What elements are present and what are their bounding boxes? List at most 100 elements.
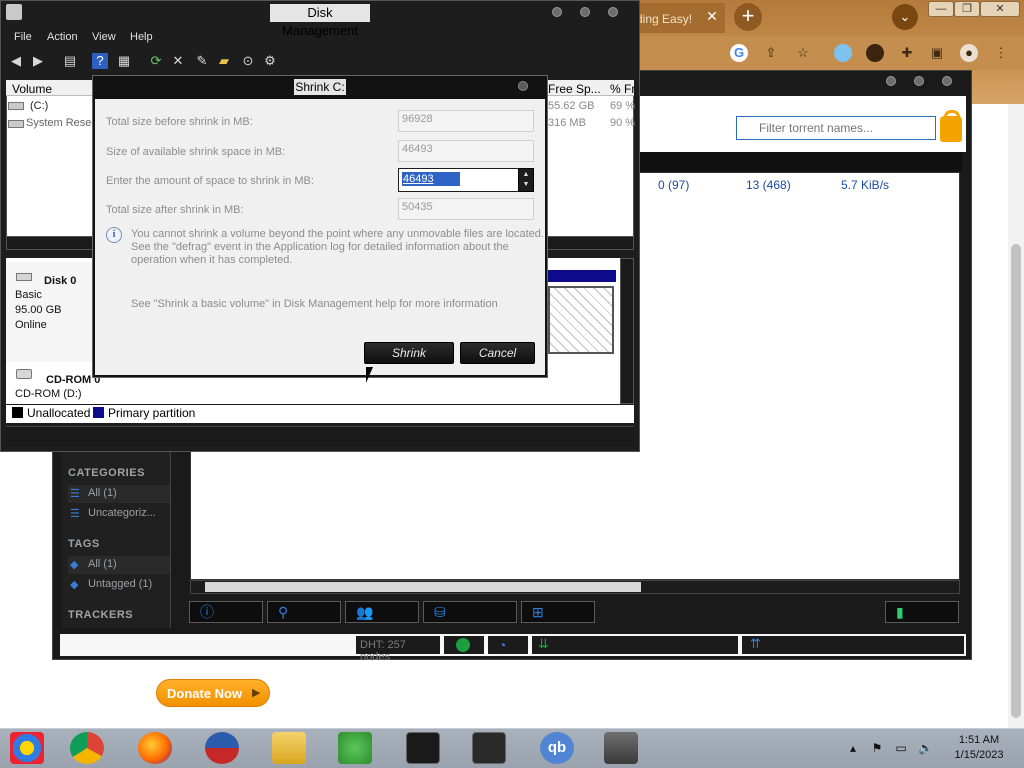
menu-action[interactable]: Action (47, 31, 78, 43)
volume-speaker-icon[interactable]: 🔈 (918, 741, 933, 755)
dm-maximize-button[interactable] (580, 7, 590, 17)
help-link-text[interactable]: See "Shrink a basic volume" in Disk Mana… (131, 298, 498, 310)
edit-icon[interactable]: ✎ (194, 53, 210, 69)
sidebar-panel-icon[interactable]: ▣ (928, 44, 946, 62)
clock[interactable]: 1:51 AM 1/15/2023 (944, 733, 1014, 763)
share-icon[interactable]: ⇪ (762, 44, 780, 62)
menu-view[interactable]: View (92, 31, 116, 43)
trackers-tab[interactable]: ⚲ (267, 601, 341, 623)
printer-scanner-icon[interactable] (604, 732, 638, 764)
col-free-space[interactable]: Free Sp... (548, 82, 601, 96)
torrent-list-header (636, 152, 962, 172)
dm-minimize-button[interactable] (552, 7, 562, 17)
dm-close-button[interactable] (608, 7, 618, 17)
search-volume-icon[interactable]: ⊙ (240, 53, 256, 69)
dm-status-bar (6, 426, 634, 446)
open-folder-icon[interactable]: ▰ (216, 53, 232, 69)
shrink-dialog-close-button[interactable] (518, 81, 528, 91)
browser-minimize-button[interactable]: — (928, 1, 954, 17)
forward-arrow-icon[interactable]: ▶ (30, 53, 46, 69)
speed-tab[interactable]: ▮ (885, 601, 959, 623)
volume-row-pct: 69 % (610, 100, 636, 112)
chrome-icon[interactable] (70, 732, 104, 764)
disk-view-vscrollbar[interactable] (620, 258, 634, 404)
legend-unallocated-swatch (12, 407, 23, 418)
http-sources-tab[interactable]: ⛁ (423, 601, 517, 623)
qbittorrent-taskbar-icon[interactable]: qb (540, 732, 574, 764)
volume-row-name[interactable]: System Rese (26, 117, 91, 129)
start-button-icon[interactable] (10, 732, 44, 764)
col-pct-free[interactable]: % Fr (610, 82, 635, 96)
tag-untagged[interactable]: ◆ Untagged (1) (68, 576, 174, 594)
stepper-up-icon[interactable]: ▲ (520, 170, 532, 180)
google-icon[interactable]: G (730, 44, 748, 62)
general-tab[interactable]: ⓘ (189, 601, 263, 623)
tags-header[interactable]: TAGS (68, 538, 100, 550)
torrent-filter-input[interactable] (736, 116, 936, 140)
qbt-maximize-button[interactable] (914, 76, 924, 86)
stepper-down-icon[interactable]: ▼ (520, 180, 532, 190)
show-console-tree-icon[interactable]: ▤ (62, 53, 78, 69)
partition-header-bar[interactable] (546, 270, 616, 282)
browser-restore-button[interactable]: ❐ (954, 1, 980, 17)
page-vscroll-thumb[interactable] (1011, 244, 1021, 718)
file-explorer-icon[interactable] (272, 732, 306, 764)
refresh-icon[interactable]: ⟳ (148, 53, 164, 69)
bar-chart-icon: ▮ (896, 604, 904, 620)
obama-logo-icon[interactable] (205, 732, 239, 764)
new-tab-button[interactable]: + (734, 3, 762, 31)
tray-overflow-chevron-icon[interactable]: ▴ (846, 741, 860, 755)
download-speed[interactable]: ⇊ (532, 636, 738, 654)
menu-help[interactable]: Help (130, 31, 153, 43)
delete-icon[interactable]: ✕ (170, 53, 186, 69)
category-all[interactable]: ☰ All (1) (68, 485, 174, 503)
connection-status[interactable] (444, 636, 484, 654)
categories-header[interactable]: CATEGORIES (68, 467, 145, 479)
location-pin-icon: ⚲ (278, 604, 289, 620)
tab-search-chevron-icon[interactable]: ⌄ (892, 4, 918, 30)
disk-management-taskbar-icon[interactable] (406, 732, 440, 764)
tag-all[interactable]: ◆ All (1) (68, 556, 174, 574)
browser-close-button[interactable]: ✕ (980, 1, 1020, 17)
alt-speed-toggle[interactable]: ◔ (488, 636, 528, 654)
trackers-header[interactable]: TRACKERS (68, 609, 133, 621)
cancel-button[interactable]: Cancel (460, 342, 535, 364)
network-icon[interactable]: ▭ (894, 741, 908, 755)
account-avatar-icon[interactable]: ● (960, 44, 978, 62)
tab-close-icon[interactable]: ✕ (704, 8, 720, 24)
volume-row-name[interactable]: (C:) (30, 100, 48, 112)
extensions-puzzle-icon[interactable]: ✚ (898, 44, 916, 62)
qbt-close-button[interactable] (942, 76, 952, 86)
back-arrow-icon[interactable]: ◀ (8, 53, 24, 69)
upload-speed[interactable]: ⇈ (742, 636, 964, 654)
action-center-flag-icon[interactable]: ⚑ (870, 741, 884, 755)
content-tab[interactable]: ⊞ (521, 601, 595, 623)
torrent-list-hscroll-thumb[interactable] (205, 582, 641, 592)
bookmark-star-icon[interactable]: ☆ (794, 44, 812, 62)
qbt-minimize-button[interactable] (886, 76, 896, 86)
shrink-amount-value[interactable]: 46493 (402, 172, 460, 186)
profile-extension-icon[interactable] (866, 44, 884, 62)
lock-icon[interactable] (940, 110, 962, 142)
torrent-seeds: 0 (97) (658, 178, 690, 192)
extension-flag-icon[interactable] (834, 44, 852, 62)
list-icon: ☰ (70, 488, 80, 500)
partition-block[interactable] (548, 286, 614, 354)
properties-icon[interactable]: ▦ (116, 53, 132, 69)
disk-0-name: Disk 0 (44, 275, 77, 287)
peers-tab[interactable]: 👥 (345, 601, 419, 623)
help-icon[interactable]: ? (92, 53, 108, 69)
computer-management-taskbar-icon[interactable] (472, 732, 506, 764)
firefox-icon[interactable] (138, 732, 172, 764)
database-icon: ⛁ (434, 604, 446, 620)
tag-icon: ◆ (70, 559, 79, 571)
shrink-button[interactable]: Shrink (364, 342, 454, 364)
settings-icon[interactable]: ⚙ (262, 53, 278, 69)
category-uncategorized[interactable]: ☰ Uncategoriz... (68, 505, 174, 523)
users-manager-icon[interactable] (338, 732, 372, 764)
menu-file[interactable]: File (14, 31, 32, 43)
browser-menu-icon[interactable]: ⋮ (992, 44, 1010, 62)
col-volume[interactable]: Volume (12, 82, 52, 96)
disk-0-type: Basic (15, 289, 42, 301)
sidebar-vscrollbar[interactable] (170, 452, 182, 628)
